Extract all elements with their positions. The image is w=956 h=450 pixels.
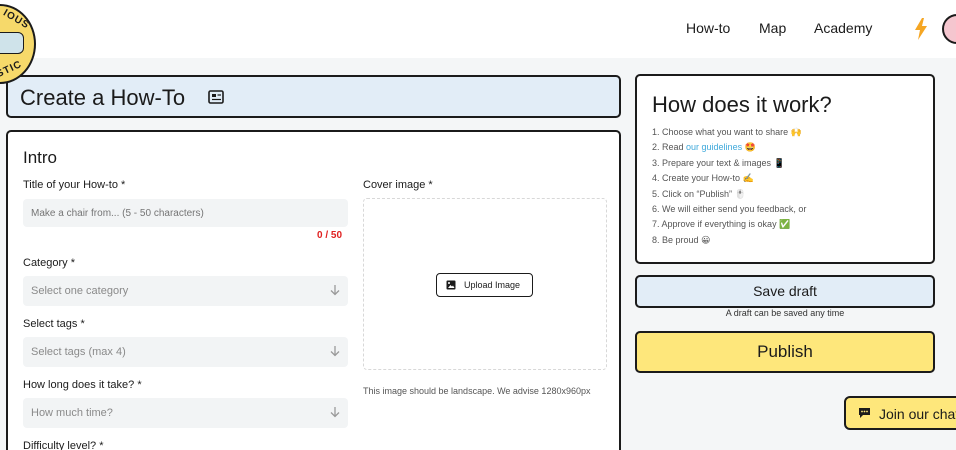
chat-bubble-icon bbox=[859, 408, 870, 418]
step-item: 2. Read our guidelines 🤩 bbox=[652, 142, 756, 153]
step-item: 5. Click on “Publish” 🖱️ bbox=[652, 188, 746, 199]
page-title: Create a How-To bbox=[20, 85, 186, 110]
time-select[interactable]: How much time? bbox=[23, 398, 348, 428]
logo-text-top: IOUS bbox=[1, 7, 32, 32]
cover-image-dropzone[interactable]: Upload Image bbox=[363, 198, 607, 370]
nav-academy[interactable]: Academy bbox=[814, 20, 872, 36]
title-label: Title of your How-to * bbox=[23, 179, 126, 191]
step-item: 6. We will either send you feedback, or bbox=[652, 203, 807, 214]
top-header: IOUS STIC How-to Map Academy bbox=[0, 0, 956, 84]
cover-image-note: This image should be landscape. We advis… bbox=[363, 386, 591, 396]
page-title-banner: Create a How-To bbox=[6, 75, 621, 118]
step-item: 7. Approve if everything is okay ✅ bbox=[652, 219, 791, 230]
guidelines-link[interactable]: our guidelines bbox=[686, 142, 742, 152]
tags-label: Select tags * bbox=[23, 318, 85, 330]
intro-card: Intro Title of your How-to * 0 / 50 Cate… bbox=[6, 130, 621, 450]
arrow-down-icon bbox=[330, 285, 340, 296]
time-placeholder: How much time? bbox=[31, 407, 113, 419]
logo-van-icon bbox=[0, 32, 24, 54]
arrow-down-icon bbox=[330, 407, 340, 418]
time-label: How long does it take? * bbox=[23, 379, 142, 391]
logo[interactable]: IOUS STIC bbox=[0, 4, 36, 84]
category-label: Category * bbox=[23, 257, 75, 269]
how-it-works-steps: 1. Choose what you want to share 🙌 2. Re… bbox=[652, 127, 806, 250]
upload-image-label: Upload Image bbox=[464, 280, 521, 290]
user-avatar-icon[interactable] bbox=[942, 14, 956, 44]
save-draft-button[interactable]: Save draft bbox=[635, 275, 935, 308]
title-input[interactable] bbox=[23, 199, 348, 227]
nav-howto[interactable]: How-to bbox=[686, 20, 730, 36]
nav-map[interactable]: Map bbox=[759, 20, 786, 36]
publish-button[interactable]: Publish bbox=[635, 331, 935, 373]
difficulty-label: Difficulty level? * bbox=[23, 440, 104, 450]
cover-image-label: Cover image * bbox=[363, 179, 433, 191]
how-to-book-icon bbox=[208, 90, 224, 104]
upload-image-button[interactable]: Upload Image bbox=[436, 273, 533, 297]
step-item: 4. Create your How-to ✍️ bbox=[652, 173, 754, 184]
tags-placeholder: Select tags (max 4) bbox=[31, 346, 126, 358]
title-char-counter: 0 / 50 bbox=[317, 230, 343, 241]
lightning-bolt-icon[interactable] bbox=[914, 18, 928, 40]
step-item: 8. Be proud 😀 bbox=[652, 234, 711, 245]
intro-heading: Intro bbox=[23, 148, 58, 167]
image-icon bbox=[446, 280, 456, 290]
how-it-works-card: How does it work? 1. Choose what you wan… bbox=[635, 74, 935, 264]
how-it-works-title: How does it work? bbox=[652, 92, 832, 117]
step-item: 3. Prepare your text & images 📱 bbox=[652, 157, 785, 168]
join-chat-label: Join our chat bbox=[879, 406, 956, 422]
category-placeholder: Select one category bbox=[31, 285, 129, 297]
step-item: 1. Choose what you want to share 🙌 bbox=[652, 127, 802, 137]
arrow-down-icon bbox=[330, 346, 340, 357]
tags-select[interactable]: Select tags (max 4) bbox=[23, 337, 348, 367]
save-draft-note: A draft can be saved any time bbox=[725, 308, 845, 318]
join-chat-button[interactable]: Join our chat bbox=[844, 396, 956, 430]
category-select[interactable]: Select one category bbox=[23, 276, 348, 306]
logo-text-bottom: STIC bbox=[0, 58, 24, 81]
